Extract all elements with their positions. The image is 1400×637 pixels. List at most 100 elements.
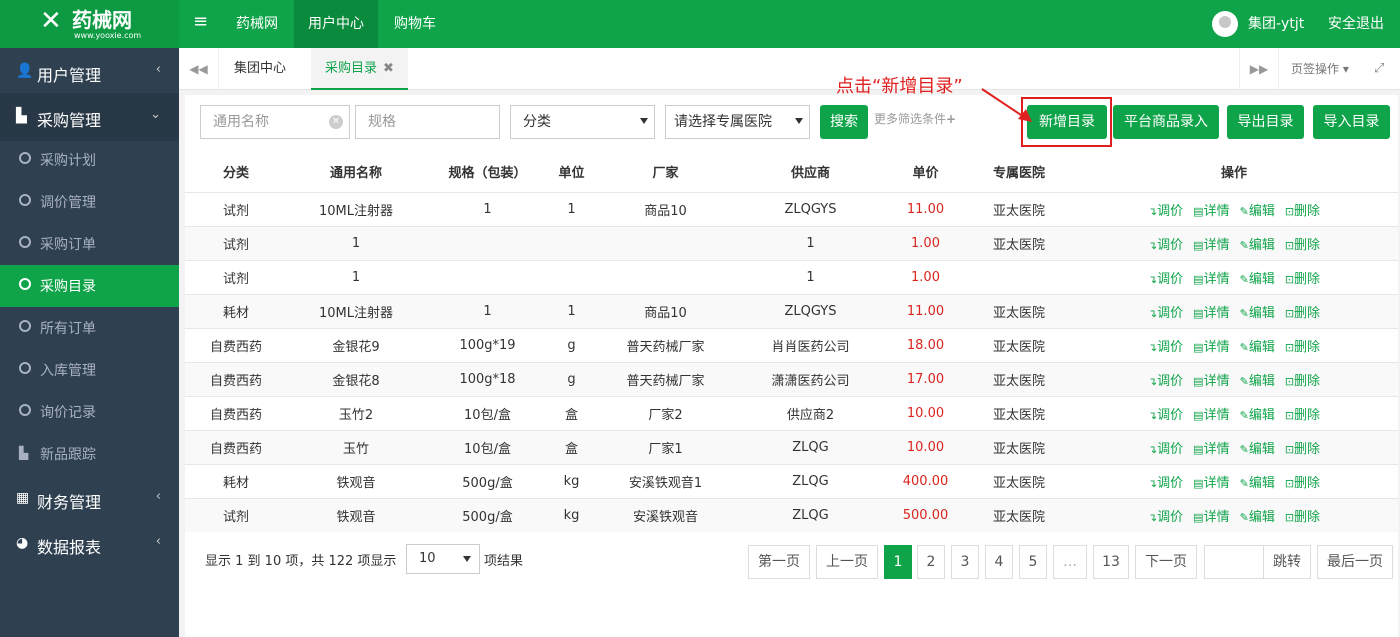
category-select[interactable]: 分类 [510, 105, 655, 139]
edit-link[interactable]: ✎编辑 [1240, 238, 1275, 253]
details-link[interactable]: ▤详情 [1193, 476, 1229, 491]
sidebar-group-reports[interactable]: ◕ 数据报表 ‹ [0, 520, 179, 568]
details-link[interactable]: ▤详情 [1193, 374, 1229, 389]
nav-cart[interactable]: 购物车 [380, 0, 450, 48]
delete-link[interactable]: ⊡删除 [1285, 510, 1320, 525]
fullscreen-icon[interactable]: ⤢ [1374, 48, 1384, 90]
sidebar-item-price-adjust[interactable]: 调价管理 [0, 181, 179, 223]
sidebar-item-purchase-orders[interactable]: 采购订单 [0, 223, 179, 265]
adjust-price-link[interactable]: ↴调价 [1148, 272, 1183, 287]
jump-page-input[interactable] [1204, 545, 1264, 579]
page-button-3[interactable]: 3 [951, 545, 979, 579]
edit-icon: ✎ [1239, 442, 1249, 456]
page-size-select[interactable]: 10 [406, 544, 480, 574]
user-name[interactable]: 集团-ytjt [1248, 0, 1304, 48]
page-info-suffix: 项结果 [484, 554, 524, 569]
edit-link[interactable]: ✎编辑 [1240, 476, 1275, 491]
delete-link[interactable]: ⊡删除 [1285, 204, 1320, 219]
adjust-price-link[interactable]: ↴调价 [1148, 340, 1183, 355]
nav-user-center[interactable]: 用户中心 [294, 0, 378, 48]
jump-button[interactable]: 跳转 [1263, 545, 1311, 579]
details-link[interactable]: ▤详情 [1193, 442, 1229, 457]
import-catalog-button[interactable]: 导入目录 [1313, 105, 1390, 139]
details-link[interactable]: ▤详情 [1193, 272, 1229, 287]
sidebar-item-all-orders[interactable]: 所有订单 [0, 307, 179, 349]
sidebar-item-new-product[interactable]: ▙ 新品跟踪 [0, 433, 179, 475]
delete-link[interactable]: ⊡删除 [1285, 238, 1320, 253]
tab-group-center[interactable]: 集团中心 [234, 48, 286, 90]
delete-link[interactable]: ⊡删除 [1285, 442, 1320, 457]
export-catalog-button[interactable]: 导出目录 [1227, 105, 1304, 139]
delete-link[interactable]: ⊡删除 [1285, 408, 1320, 423]
cell-supplier: ZLQG [738, 497, 883, 532]
page-button-2[interactable]: 2 [917, 545, 945, 579]
adjust-price-link[interactable]: ↴调价 [1148, 510, 1183, 525]
avatar[interactable] [1212, 11, 1238, 37]
search-button[interactable]: 搜索 [820, 105, 868, 139]
close-icon[interactable]: ✖ [383, 61, 394, 76]
next-page-button[interactable]: 下一页 [1135, 545, 1197, 579]
adjust-price-link[interactable]: ↴调价 [1148, 408, 1183, 423]
edit-link[interactable]: ✎编辑 [1240, 442, 1275, 457]
spec-input[interactable]: 规格 [355, 105, 500, 139]
adjust-price-link[interactable]: ↴调价 [1148, 476, 1183, 491]
cell-hospital: 亚太医院 [968, 395, 1070, 430]
edit-link[interactable]: ✎编辑 [1240, 340, 1275, 355]
adjust-price-link[interactable]: ↴调价 [1148, 204, 1183, 219]
edit-link[interactable]: ✎编辑 [1240, 204, 1275, 219]
platform-entry-button[interactable]: 平台商品录入 [1113, 105, 1219, 139]
details-link[interactable]: ▤详情 [1193, 510, 1229, 525]
sidebar-item-purchase-catalog[interactable]: 采购目录 [0, 265, 179, 307]
more-filters-link[interactable]: 更多筛选条件+ [874, 110, 956, 127]
edit-link[interactable]: ✎编辑 [1240, 510, 1275, 525]
delete-link[interactable]: ⊡删除 [1285, 340, 1320, 355]
adjust-price-label: 调价 [1157, 373, 1184, 389]
prev-page-button[interactable]: 上一页 [816, 545, 878, 579]
cell-supplier: 1 [738, 259, 883, 294]
details-link[interactable]: ▤详情 [1193, 408, 1229, 423]
tab-scroll-left-icon[interactable]: ◀◀ [179, 48, 219, 90]
sidebar-group-user[interactable]: 👤 用户管理 ‹ [0, 48, 179, 96]
page-button-13[interactable]: 13 [1093, 545, 1129, 579]
sidebar-item-purchase-plan[interactable]: 采购计划 [0, 139, 179, 181]
page-button-5[interactable]: 5 [1019, 545, 1047, 579]
adjust-price-link[interactable]: ↴调价 [1148, 442, 1183, 457]
details-link[interactable]: ▤详情 [1193, 306, 1229, 321]
details-label: 详情 [1203, 475, 1230, 491]
sidebar-item-inquiry-records[interactable]: 询价记录 [0, 391, 179, 433]
cell-unit: kg [550, 497, 593, 532]
last-page-button[interactable]: 最后一页 [1317, 545, 1393, 579]
adjust-price-link[interactable]: ↴调价 [1148, 374, 1183, 389]
tab-scroll-right-icon[interactable]: ▶▶ [1239, 48, 1279, 90]
sidebar-item-stock-in[interactable]: 入库管理 [0, 349, 179, 391]
adjust-price-link[interactable]: ↴调价 [1148, 238, 1183, 253]
page-ops-dropdown[interactable]: 页签操作 ▾ [1291, 48, 1349, 90]
page-button-4[interactable]: 4 [985, 545, 1013, 579]
trash-icon: ⊡ [1284, 340, 1295, 354]
edit-link[interactable]: ✎编辑 [1240, 272, 1275, 287]
sidebar-group-finance[interactable]: ▦ 财务管理 ‹ [0, 475, 179, 523]
delete-link[interactable]: ⊡删除 [1285, 374, 1320, 389]
details-link[interactable]: ▤详情 [1193, 204, 1229, 219]
tab-purchase-catalog[interactable]: 采购目录 ✖ [311, 48, 408, 90]
details-link[interactable]: ▤详情 [1193, 238, 1229, 253]
delete-link[interactable]: ⊡删除 [1285, 306, 1320, 321]
hospital-select[interactable]: 请选择专属医院 [665, 105, 810, 139]
page-button-1[interactable]: 1 [884, 545, 912, 579]
cell-hospital: 亚太医院 [968, 497, 1070, 532]
nav-yaoxie[interactable]: 药械网 [222, 0, 292, 48]
menu-toggle-icon[interactable]: ≡ [193, 12, 208, 32]
delete-link[interactable]: ⊡删除 [1285, 272, 1320, 287]
edit-link[interactable]: ✎编辑 [1240, 374, 1275, 389]
details-link[interactable]: ▤详情 [1193, 340, 1229, 355]
name-input[interactable]: 通用名称 ✕ [200, 105, 350, 139]
clear-icon[interactable]: ✕ [329, 115, 343, 129]
edit-link[interactable]: ✎编辑 [1240, 306, 1275, 321]
delete-link[interactable]: ⊡删除 [1285, 476, 1320, 491]
sidebar-group-purchase[interactable]: ▙ 采购管理 ⌄ [0, 93, 179, 141]
first-page-button[interactable]: 第一页 [748, 545, 810, 579]
adjust-price-link[interactable]: ↴调价 [1148, 306, 1183, 321]
logo[interactable]: ✕ 药械网 www.yooxie.com [0, 0, 179, 48]
logout-link[interactable]: 安全退出 [1328, 0, 1384, 48]
edit-link[interactable]: ✎编辑 [1240, 408, 1275, 423]
